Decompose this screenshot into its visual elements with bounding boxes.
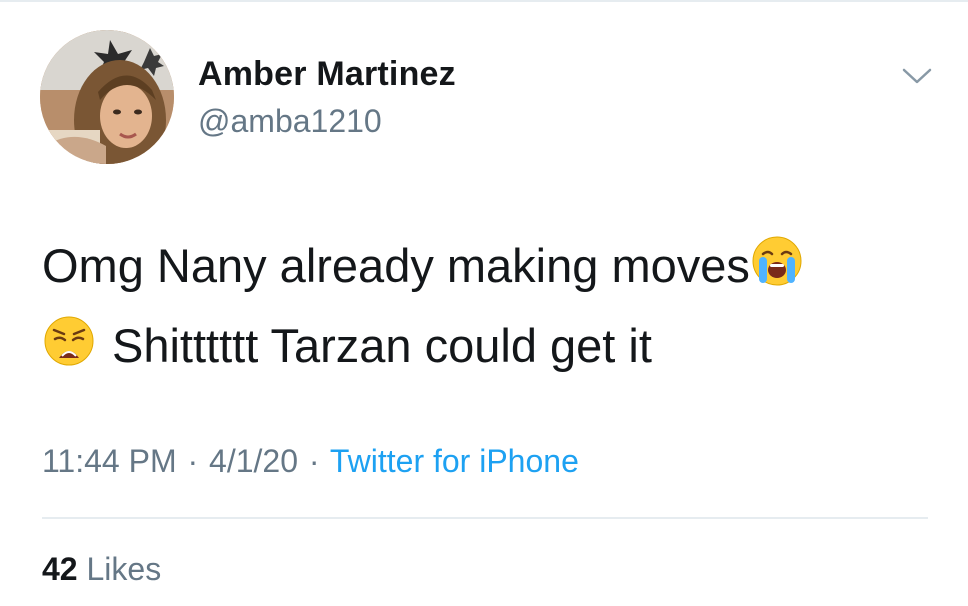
meta-separator-1: ·: [187, 443, 199, 479]
meta-separator-2: ·: [308, 443, 320, 479]
top-divider: [0, 0, 968, 2]
avatar-photo: [40, 30, 174, 164]
tweet-text-line-2-content: Shitttttt Tarzan could get it: [112, 319, 652, 372]
tweet-time[interactable]: 11:44 PM: [42, 443, 177, 479]
crying-face-emoji-icon: [750, 234, 804, 288]
tweet-metadata: 11:44 PM · 4/1/20 · Twitter for iPhone: [42, 443, 579, 480]
weary-face-emoji-icon: [42, 314, 96, 368]
likes-stat[interactable]: 42 Likes: [42, 551, 161, 588]
tweet-text-line-2: Shitttttt Tarzan could get it: [42, 306, 942, 386]
tweet-text: Omg Nany already making moves Shitttttt …: [42, 226, 942, 386]
author-display-name[interactable]: Amber Martinez: [198, 55, 456, 94]
chevron-down-icon[interactable]: [900, 64, 934, 88]
tweet-date[interactable]: 4/1/20: [209, 443, 298, 479]
avatar[interactable]: [40, 30, 174, 164]
author-handle[interactable]: @amba1210: [198, 103, 382, 140]
likes-count: 42: [42, 551, 78, 587]
tweet-text-line-1: Omg Nany already making moves: [42, 226, 942, 306]
likes-label: Likes: [86, 551, 162, 587]
stats-divider: [42, 517, 928, 519]
tweet-text-line-1-content: Omg Nany already making moves: [42, 239, 750, 292]
tweet-source-link[interactable]: Twitter for iPhone: [330, 443, 579, 479]
